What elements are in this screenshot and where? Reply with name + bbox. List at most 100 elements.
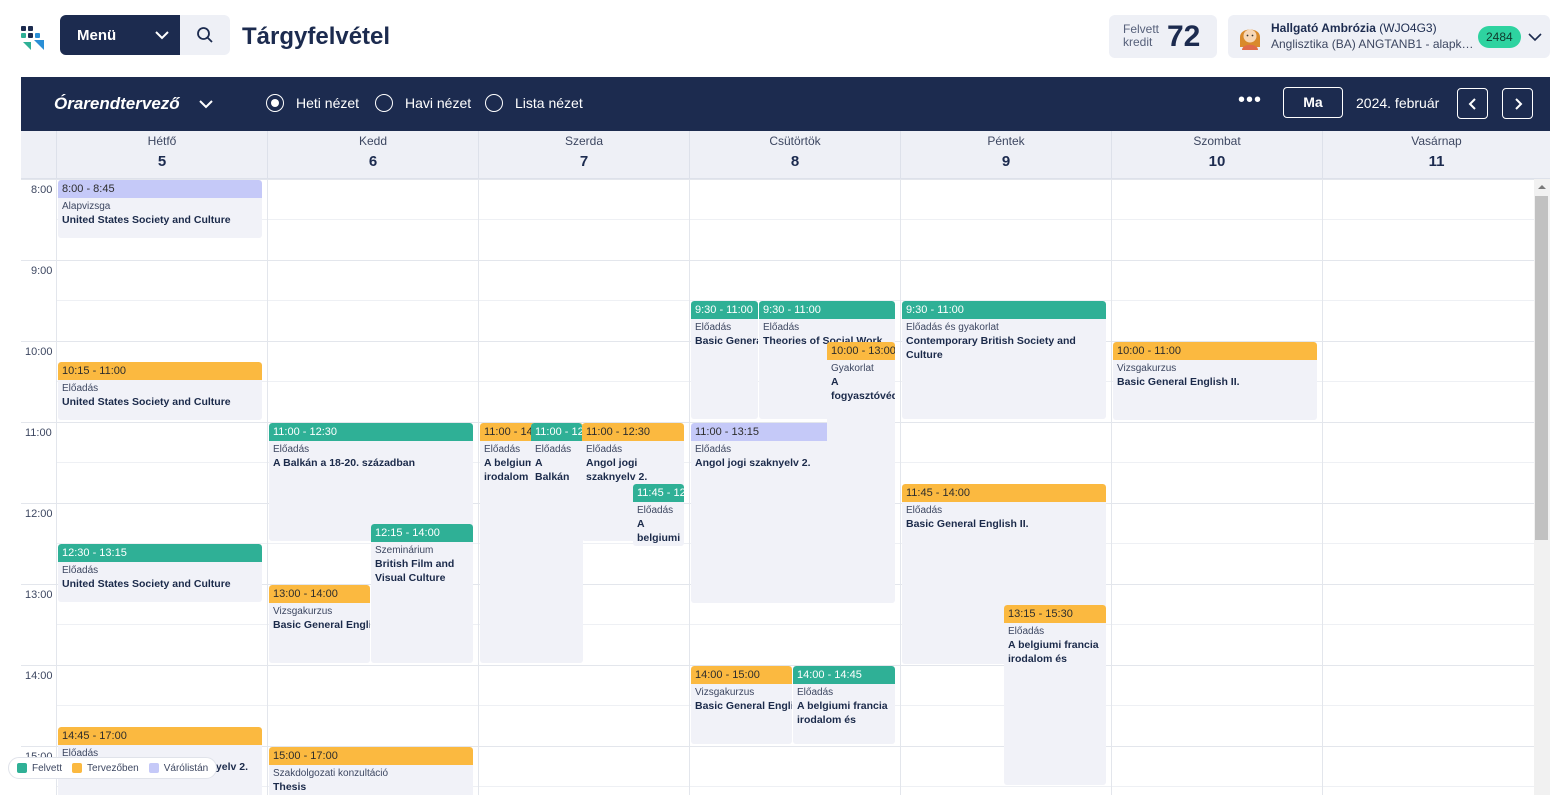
day-date: 10 xyxy=(1208,153,1226,170)
time-label: 9:00 xyxy=(31,265,53,277)
planner-title[interactable]: Órarendtervező xyxy=(54,94,180,114)
next-week-button[interactable] xyxy=(1502,88,1533,119)
day-name: Hétfő xyxy=(147,134,177,148)
event-type: Előadás xyxy=(62,383,99,394)
event-time: 11:45 - 14:00 xyxy=(902,484,1106,502)
event-name: A Balkán a 18-20. században xyxy=(273,457,416,469)
legend-swatch xyxy=(148,763,159,773)
calendar-toolbar: Órarendtervező Heti nézet Havi nézet Lis… xyxy=(21,77,1550,131)
view-list-radio[interactable]: Lista nézet xyxy=(485,94,583,112)
event-time: 12:30 - 13:15 xyxy=(58,544,262,562)
calendar-event[interactable]: 14:00 - 14:45 Előadás A belgiumi francia… xyxy=(793,666,895,744)
chevron-down-icon[interactable] xyxy=(198,96,214,112)
week-grid[interactable]: 8:00 9:00 10:00 11:00 12:00 13:00 14:00 … xyxy=(21,179,1534,795)
status-legend: Felvett Tervezőben Várólistán xyxy=(8,757,218,779)
day-name: Péntek xyxy=(987,134,1025,148)
search-button[interactable] xyxy=(180,15,230,55)
day-date: 9 xyxy=(1001,153,1011,170)
day-name: Kedd xyxy=(358,134,388,148)
calendar-event[interactable]: 15:00 - 17:00 Szakdolgozati konzultáció … xyxy=(269,747,473,795)
day-date: 7 xyxy=(579,153,589,170)
event-name: Thesis xyxy=(273,781,307,793)
grid-column-line xyxy=(478,179,479,795)
event-name: Basic General English II. xyxy=(273,619,370,631)
user-name: Hallgató Ambrózia (WJO4G3) xyxy=(1271,21,1437,35)
day-header-thursday: Csütörtök 8 xyxy=(689,131,900,179)
calendar-event[interactable]: 10:15 - 11:00 Előadás United States Soci… xyxy=(58,362,262,420)
event-type: Előadás xyxy=(535,444,572,455)
calendar-event[interactable]: 11:45 - 12:30 Előadás A belgiumi francia… xyxy=(633,484,684,546)
chevron-down-icon xyxy=(155,31,169,40)
day-header-sunday: Vasárnap 11 xyxy=(1322,131,1550,179)
event-type: Alapvizsga xyxy=(62,201,111,212)
view-monthly-radio[interactable]: Havi nézet xyxy=(375,94,471,112)
event-time: 9:30 - 11:00 xyxy=(902,301,1106,319)
event-name: A belgiumi francia irodalom és civilizác… xyxy=(797,700,888,726)
calendar-event[interactable]: 9:30 - 11:00 Előadás és gyakorlat Contem… xyxy=(902,301,1106,419)
event-type: Előadás xyxy=(1008,626,1045,637)
day-name: Csütörtök xyxy=(769,134,821,148)
legend-label: Várólistán xyxy=(163,762,209,774)
event-time: 11:00 - 12:30 xyxy=(269,423,473,441)
view-monthly-label: Havi nézet xyxy=(405,95,472,111)
chevron-down-icon xyxy=(1528,33,1542,42)
event-type: Előadás xyxy=(637,505,674,516)
event-time: 14:00 - 15:00 xyxy=(691,666,792,684)
calendar-event[interactable]: 8:00 - 8:45 Alapvizsga United States Soc… xyxy=(58,180,262,238)
time-label: 14:00 xyxy=(25,670,53,682)
event-type: Gyakorlat xyxy=(831,363,874,374)
event-name: United States Society and Culture xyxy=(62,396,231,408)
time-label: 11:00 xyxy=(25,427,52,439)
event-time: 12:15 - 14:00 xyxy=(371,524,473,542)
event-type: Előadás és gyakorlat xyxy=(906,322,999,333)
more-options-button[interactable]: ••• xyxy=(1238,89,1262,112)
event-time: 9:30 - 11:00 xyxy=(759,301,895,319)
calendar-event[interactable]: 12:15 - 14:00 Szeminárium British Film a… xyxy=(371,524,473,663)
grid-column-line xyxy=(900,179,901,795)
chevron-left-icon xyxy=(1468,97,1476,110)
calendar-event[interactable]: 9:30 - 11:00 Előadás Basic General Engli… xyxy=(691,301,758,419)
calendar-event[interactable]: 10:00 - 11:00 Vizsgakurzus Basic General… xyxy=(1113,342,1317,420)
day-name: Vasárnap xyxy=(1411,134,1462,148)
credit-value: 72 xyxy=(1167,20,1201,53)
calendar-event[interactable]: 14:00 - 15:00 Vizsgakurzus Basic General… xyxy=(691,666,792,744)
event-type: Vizsgakurzus xyxy=(1117,363,1177,374)
event-name: Basic General English II. xyxy=(1117,376,1240,388)
event-type: Előadás xyxy=(695,322,732,333)
event-time: 10:00 - 11:00 xyxy=(1113,342,1317,360)
event-time: 9:30 - 11:00 xyxy=(691,301,758,319)
grid-column-line xyxy=(267,179,268,795)
user-menu[interactable]: Hallgató Ambrózia (WJO4G3) Anglisztika (… xyxy=(1228,15,1550,58)
legend-swatch xyxy=(17,763,27,773)
event-type: Vizsgakurzus xyxy=(273,606,333,617)
radio-selected-icon xyxy=(266,94,284,112)
menu-button[interactable]: Menü xyxy=(60,15,180,55)
event-name: British Film and Visual Culture xyxy=(375,558,455,584)
calendar-event[interactable]: 11:00 - 12:30 Előadás A Balkán a 18-20. … xyxy=(531,423,582,541)
previous-week-button[interactable] xyxy=(1457,88,1488,119)
event-type: Előadás xyxy=(62,565,99,576)
event-name: United States Society and Culture xyxy=(62,578,231,590)
calendar-event[interactable]: 12:30 - 13:15 Előadás United States Soci… xyxy=(58,544,262,602)
time-label: 8:00 xyxy=(31,184,53,196)
event-time: 10:15 - 11:00 xyxy=(58,362,262,380)
today-button[interactable]: Ma xyxy=(1283,87,1343,118)
event-time: 13:00 - 14:00 xyxy=(269,585,370,603)
calendar-event[interactable]: 10:00 - 13:00 Gyakorlat A fogyasztóvédel… xyxy=(827,342,895,582)
legend-item-felvett: Felvett xyxy=(17,763,62,774)
calendar-event[interactable]: 13:00 - 14:00 Vizsgakurzus Basic General… xyxy=(269,585,370,663)
scrollbar-thumb[interactable] xyxy=(1535,196,1548,540)
calendar-event[interactable]: 13:15 - 15:30 Előadás A belgiumi francia… xyxy=(1004,605,1106,785)
scroll-up-icon[interactable] xyxy=(1537,184,1547,190)
app-logo-icon[interactable] xyxy=(20,25,46,51)
event-time: 14:00 - 14:45 xyxy=(793,666,895,684)
day-date: 5 xyxy=(157,153,167,170)
event-name: Angol jogi szaknyelv 2. xyxy=(586,457,648,483)
radio-unselected-icon xyxy=(485,94,503,112)
page-title: Tárgyfelvétel xyxy=(242,23,391,50)
day-header-wednesday: Szerda 7 xyxy=(478,131,689,179)
view-weekly-radio[interactable]: Heti nézet xyxy=(266,94,359,112)
event-time: 13:15 - 15:30 xyxy=(1004,605,1106,623)
view-weekly-label: Heti nézet xyxy=(296,95,360,111)
event-name: Basic General English II. xyxy=(695,700,792,712)
